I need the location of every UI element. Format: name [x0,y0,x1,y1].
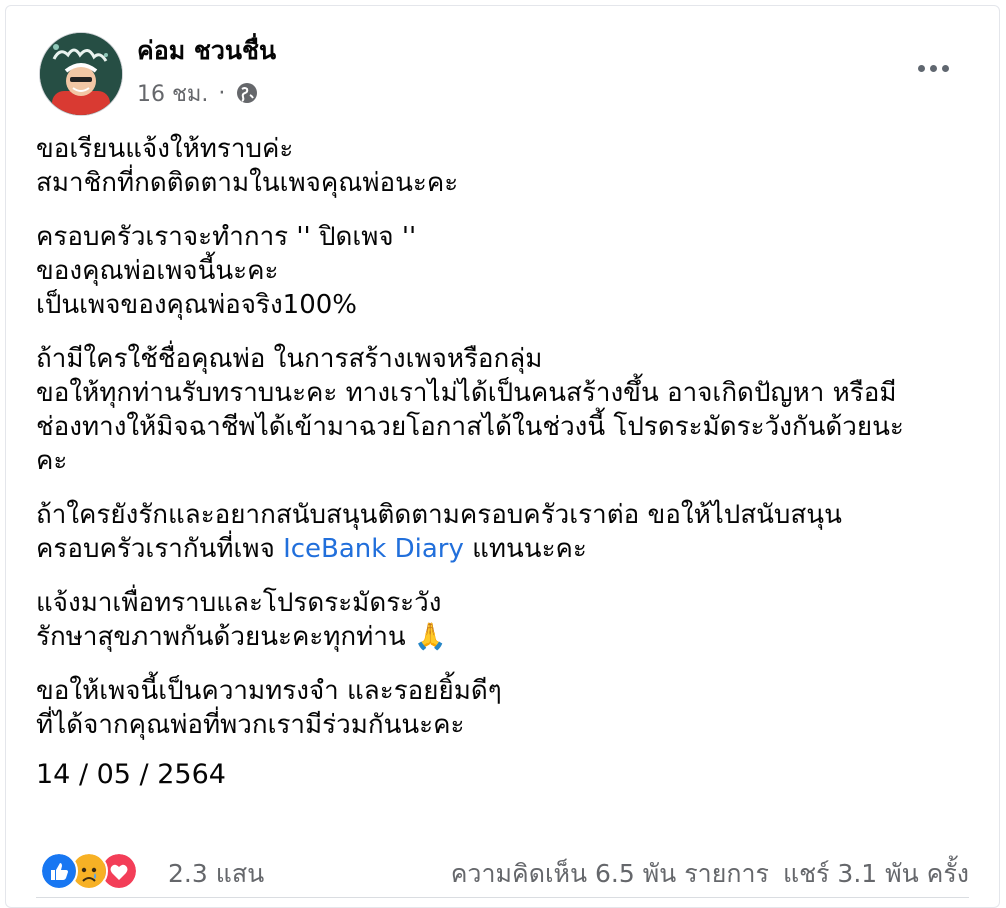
post-meta: 16 ชม. · [137,78,259,108]
paragraph-3: ถ้ามีใครใช้ชื่อคุณพ่อ ในการสร้างเพจหรือก… [36,342,986,478]
post-text-line: คะ [36,446,68,476]
paragraph-1: ขอเรียนแจ้งให้ทราบค่ะ สมาชิกที่กดติดตามใ… [36,132,986,200]
post-text-segment: รักษาสุขภาพกันด้วยนะคะทุกท่าน [36,622,406,652]
page-link-icebank-diary[interactable]: IceBank Diary [283,534,464,564]
post-card: ค่อม ชวนชื่น 16 ชม. · ขอเรียนแจ้งให้ทราบ… [5,5,1000,908]
more-dot-icon [917,64,925,72]
post-text-line: เป็นเพจของคุณพ่อจริง100% [36,290,358,320]
paragraph-4: ถ้าใครยังรักและอยากสนับสนุนติดตามครอบครั… [36,498,986,566]
post-text-line: รักษาสุขภาพกันด้วยนะคะทุกท่าน 🙏 [36,620,986,654]
meta-separator: · [218,80,226,106]
post-text-line: ขอเรียนแจ้งให้ทราบค่ะ [36,134,294,164]
more-dot-icon [929,64,937,72]
post-date-text: 14 / 05 / 2564 [36,759,226,790]
post-text-line: ของคุณพ่อเพจนี้นะคะ [36,256,279,286]
post-text-line-with-link: ครอบครัวเรากันที่เพจ IceBank Diary แทนนะ… [36,532,986,566]
post-text-line: ถ้าใครยังรักและอยากสนับสนุนติดตามครอบครั… [36,500,842,530]
post-text-line: ช่องทางให้มิจฉาชีพได้เข้ามาฉวยโอกาสได้ใน… [36,412,904,442]
shares-count[interactable]: แชร์ 3.1 พัน ครั้ง [783,854,969,894]
post-text-line: ขอให้เพจนี้เป็นความทรงจำ และรอยยิ้มดีๆ [36,676,502,706]
post-body: ขอเรียนแจ้งให้ทราบค่ะ สมาชิกที่กดติดตามใ… [36,132,986,812]
praying-hands-icon: 🙏 [413,622,447,652]
post-text-line: แจ้งมาเพื่อทราบและโปรดระมัดระวัง [36,588,442,618]
like-icon [40,852,78,890]
globe-icon [237,83,258,103]
post-text-line: สมาชิกที่กดติดตามในเพจคุณพ่อนะคะ [36,168,459,198]
post-stats: ความคิดเห็น 6.5 พัน รายการ แชร์ 3.1 พัน … [451,854,969,894]
post-footer: 2.3 แสน ความคิดเห็น 6.5 พัน รายการ แชร์ … [6,844,999,898]
link-prefix-text: ครอบครัวเรากันที่เพจ [36,534,284,564]
comments-count[interactable]: ความคิดเห็น 6.5 พัน รายการ [451,854,769,894]
author-name[interactable]: ค่อม ชวนชื่น [137,34,276,68]
paragraph-5: แจ้งมาเพื่อทราบและโปรดระมัดระวัง รักษาสุ… [36,586,986,654]
paragraph-2: ครอบครัวเราจะทำการ '' ปิดเพจ '' ของคุณพ่… [36,220,986,322]
link-suffix-text: แทนนะคะ [463,534,587,564]
post-text-line: ครอบครัวเราจะทำการ '' ปิดเพจ '' [36,222,417,252]
post-text-line: ขอให้ทุกท่านรับทราบนะคะ ทางเราไม่ได้เป็น… [36,378,897,408]
reaction-count[interactable]: 2.3 แสน [168,854,264,894]
paragraph-6: ขอให้เพจนี้เป็นความทรงจำ และรอยยิ้มดีๆ ท… [36,674,986,742]
post-text-line: ถ้ามีใครใช้ชื่อคุณพ่อ ในการสร้างเพจหรือก… [36,344,543,374]
post-text-line: ที่ได้จากคุณพ่อที่พวกเรามีร่วมกันนะคะ [36,710,465,740]
reaction-icons[interactable] [40,852,138,890]
avatar-image [40,33,122,115]
more-dot-icon [941,64,949,72]
author-avatar[interactable] [39,32,123,116]
post-time[interactable]: 16 ชม. [137,76,208,111]
footer-divider [36,897,969,898]
more-options-button[interactable] [915,58,951,78]
